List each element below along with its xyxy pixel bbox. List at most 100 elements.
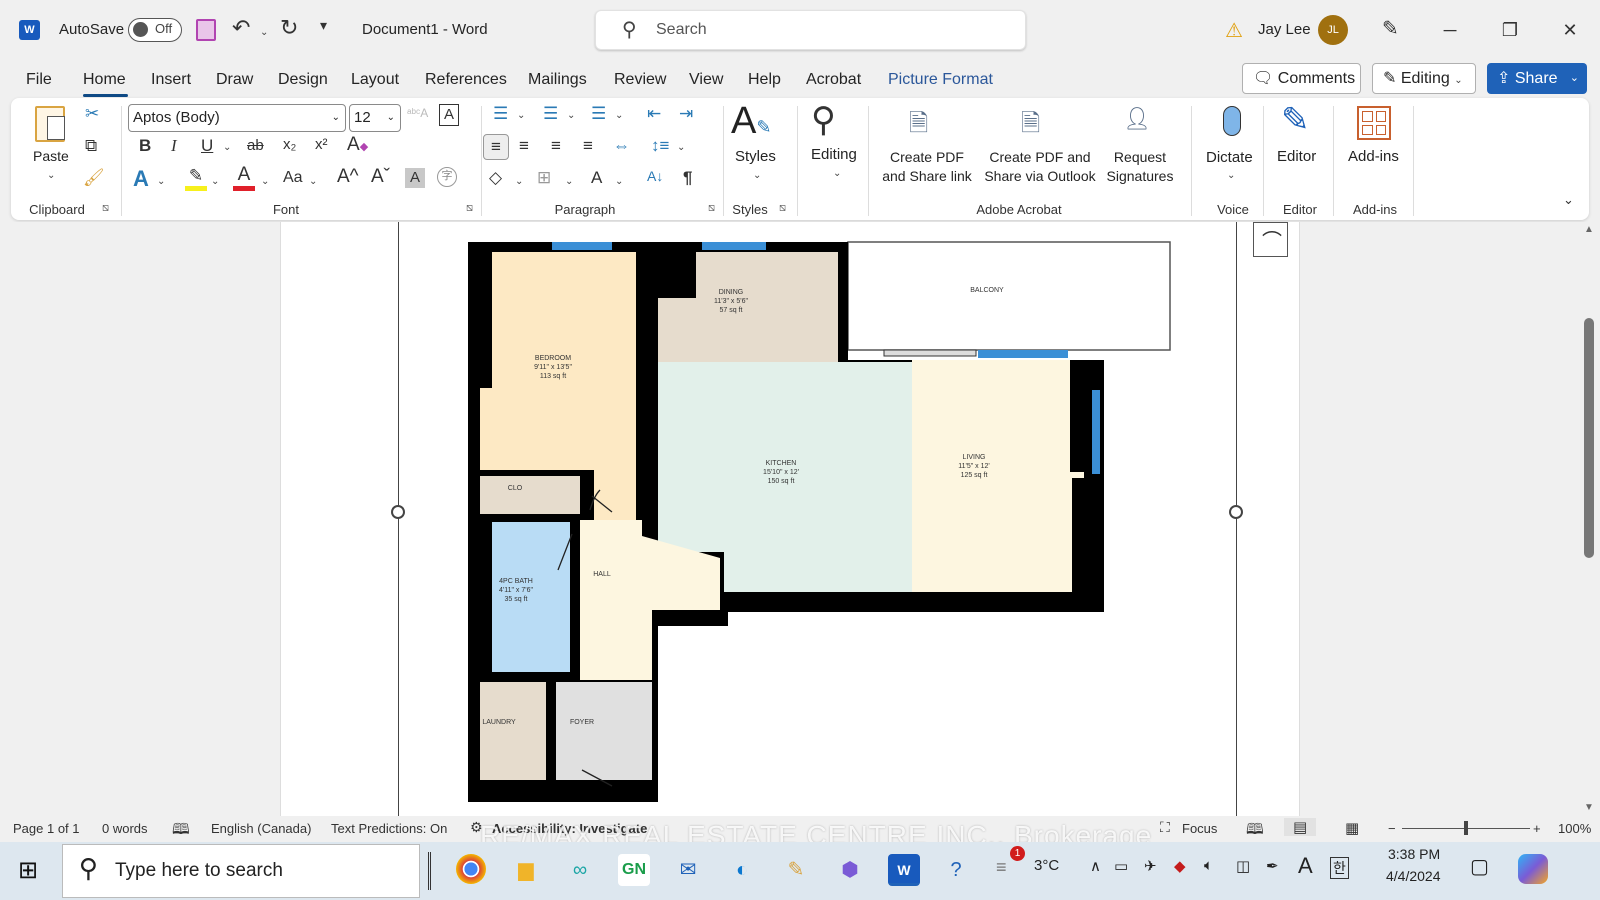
copilot-link-icon[interactable]: ∞ [564, 854, 596, 886]
create-pdf-share-link-button[interactable]: Create PDF and Share link [879, 148, 975, 186]
asian-layout-chevron-icon[interactable]: ⌄ [615, 176, 623, 187]
editor-pen-icon[interactable]: ✎ [1281, 100, 1310, 140]
add-ins-button[interactable]: Add-ins [1348, 148, 1399, 165]
tab-draw[interactable]: Draw [216, 68, 253, 92]
clipboard-launcher-icon[interactable]: ⧅ [102, 202, 109, 215]
request-signature-icon[interactable]: 👤︎ [1123, 106, 1151, 132]
layout-options-button[interactable]: ⌒ [1253, 222, 1288, 257]
proofing-book-icon[interactable]: 🕮 [172, 819, 190, 844]
editing-mode-button[interactable]: ✎ Editing ⌄ [1372, 63, 1476, 94]
airplane-mode-icon[interactable]: ✈ [1144, 857, 1157, 875]
multilevel-list-icon[interactable]: ☰ [591, 104, 606, 124]
copy-icon[interactable]: ⧉ [85, 136, 97, 156]
page-count[interactable]: Page 1 of 1 [13, 821, 80, 836]
taskbar-search[interactable]: ⚲ Type here to search [62, 844, 420, 898]
show-hidden-icons-chevron[interactable]: ∧ [1090, 857, 1101, 875]
scroll-thumb[interactable] [1584, 318, 1594, 558]
character-border-icon[interactable]: A [439, 104, 459, 126]
dictate-button[interactable]: Dictate [1206, 149, 1253, 166]
change-case-button[interactable]: Aa [283, 169, 303, 187]
share-dropdown-chevron-icon[interactable]: ⌄ [1570, 63, 1579, 94]
numbering-icon[interactable]: ☰ [543, 104, 558, 124]
enclose-characters-icon[interactable]: 字 [437, 167, 457, 187]
zoom-out-icon[interactable]: − [1388, 821, 1396, 836]
styles-button[interactable]: Styles [735, 148, 776, 165]
zoom-slider-thumb[interactable] [1464, 821, 1468, 835]
font-launcher-icon[interactable]: ⧅ [466, 202, 473, 215]
zoom-level[interactable]: 100% [1558, 821, 1591, 836]
print-layout-icon[interactable]: ▤ [1284, 818, 1317, 836]
distributed-icon[interactable]: ⇔ [613, 136, 630, 156]
change-case-abc-icon[interactable]: ᵃᵇᶜA [407, 106, 428, 120]
autosave-toggle[interactable]: Off [128, 18, 182, 42]
font-name-dropdown[interactable]: Aptos (Body) ⌄ [128, 104, 346, 132]
resize-handle-right[interactable] [1229, 505, 1243, 519]
tab-mailings[interactable]: Mailings [528, 68, 587, 92]
word-count[interactable]: 0 words [102, 821, 148, 836]
tab-view[interactable]: View [689, 68, 723, 92]
undo-icon[interactable]: ↶ [232, 15, 250, 41]
multilevel-chevron-icon[interactable]: ⌄ [615, 110, 623, 121]
tab-file[interactable]: File [26, 68, 52, 92]
tab-picture-format[interactable]: Picture Format [888, 68, 993, 92]
tab-insert[interactable]: Insert [151, 68, 191, 92]
decrease-indent-icon[interactable]: ⇤ [647, 104, 661, 124]
read-mode-icon[interactable]: 🕮 [1246, 819, 1264, 844]
tab-review[interactable]: Review [614, 68, 666, 92]
shading-chevron-icon[interactable]: ⌄ [515, 176, 523, 187]
font-size-dropdown[interactable]: 12 ⌄ [349, 104, 401, 132]
weather-wind-icon[interactable]: ≡ [996, 857, 1007, 878]
bullets-chevron-icon[interactable]: ⌄ [517, 110, 525, 121]
align-left-button[interactable]: ≡ [483, 134, 509, 160]
text-effects-chevron-icon[interactable]: ⌄ [157, 176, 165, 187]
font-color-chevron-icon[interactable]: ⌄ [261, 176, 269, 187]
tab-help[interactable]: Help [748, 68, 781, 92]
editor-button[interactable]: Editor [1277, 148, 1316, 165]
windows-start-icon[interactable]: ⊞ [18, 856, 38, 885]
camera-icon[interactable]: ◫ [1236, 857, 1250, 875]
designer-pen-icon[interactable]: ✎ [1382, 16, 1399, 41]
increase-indent-icon[interactable]: ⇥ [679, 104, 693, 124]
italic-button[interactable]: I [171, 136, 177, 156]
warning-icon[interactable]: ⚠ [1225, 18, 1243, 43]
tab-acrobat[interactable]: Acrobat [806, 68, 861, 92]
pen-icon[interactable]: ✒ [1266, 857, 1279, 875]
focus-button[interactable]: Focus [1182, 821, 1217, 836]
web-layout-icon[interactable]: ▦ [1345, 819, 1359, 837]
borders-chevron-icon[interactable]: ⌄ [565, 176, 573, 187]
word-taskbar-icon[interactable]: W [888, 854, 920, 886]
align-right-button[interactable]: ≡ [551, 136, 561, 156]
search-box[interactable]: ⚲ Search [595, 10, 1026, 50]
font-glyph-icon[interactable]: A [1298, 853, 1313, 879]
save-icon[interactable] [196, 19, 216, 41]
format-painter-icon[interactable]: 🖌︎ [83, 168, 105, 188]
ime-korean-indicator[interactable]: 한 [1330, 857, 1349, 879]
restore-button[interactable]: ❐ [1490, 14, 1530, 46]
share-button[interactable]: ⇪ Share ⌄ [1487, 63, 1587, 94]
paste-icon[interactable] [35, 106, 65, 142]
app-tray-icon[interactable]: ◆ [1174, 857, 1186, 875]
minimize-button[interactable]: ─ [1430, 14, 1470, 46]
edge-icon[interactable]: ◐ [726, 854, 758, 886]
resize-handle-left[interactable] [391, 505, 405, 519]
zoom-in-icon[interactable]: + [1533, 821, 1541, 836]
change-case-chevron-icon[interactable]: ⌄ [309, 176, 317, 187]
volume-icon[interactable]: 🔈︎ [1204, 857, 1213, 874]
paste-button[interactable]: Paste [33, 148, 69, 164]
bullets-icon[interactable]: ☰ [493, 104, 508, 124]
comments-button[interactable]: 🗨︎ Comments [1242, 63, 1361, 94]
pdf-mail-icon[interactable]: 🗎 [1021, 106, 1040, 147]
close-button[interactable]: ✕ [1550, 14, 1590, 46]
text-predictions-status[interactable]: Text Predictions: On [331, 821, 447, 836]
help-icon[interactable]: ? [940, 854, 972, 886]
chrome-icon[interactable] [456, 854, 486, 884]
highlight-color-icon[interactable]: ✎ [185, 166, 207, 191]
undo-dropdown-chevron-icon[interactable]: ⌄ [260, 22, 268, 40]
bold-button[interactable]: B [139, 136, 151, 156]
text-effects-icon[interactable]: A [133, 166, 149, 192]
dictate-chevron-icon[interactable]: ⌄ [1227, 170, 1235, 181]
superscript-button[interactable]: x² [315, 136, 328, 153]
find-icon[interactable]: ⚲ [811, 100, 836, 140]
request-signatures-button[interactable]: Request Signatures [1103, 148, 1177, 186]
gn-app-icon[interactable]: GN [618, 854, 650, 886]
